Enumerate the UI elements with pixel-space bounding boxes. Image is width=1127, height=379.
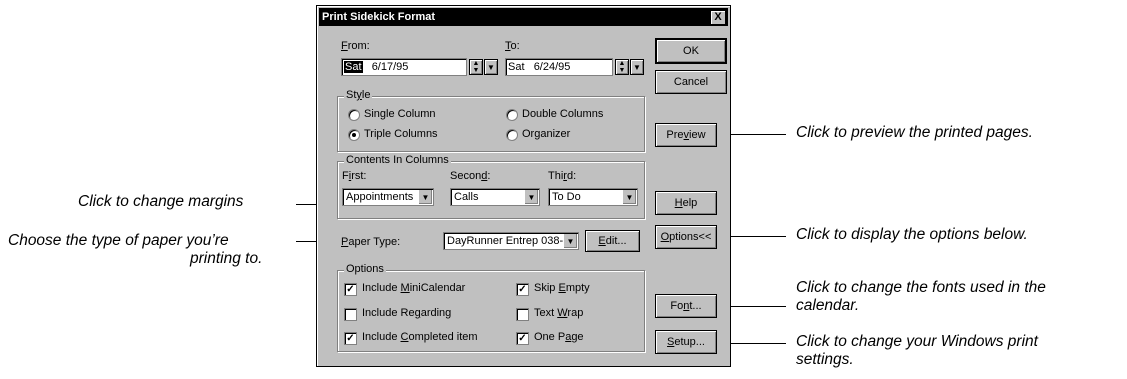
options-toggle-button[interactable]: Options<< xyxy=(655,225,717,249)
third-label: Third: xyxy=(548,170,577,182)
third-column-value: To Do xyxy=(552,191,581,203)
chevron-down-icon: ▼ xyxy=(563,234,577,248)
label-triple-columns: Triple Columns xyxy=(364,128,438,140)
checkbox-include-regarding[interactable] xyxy=(344,308,357,321)
contents-group-title: Contents In Columns xyxy=(344,154,451,167)
callout-margins: Click to change margins xyxy=(78,193,244,210)
style-group-title: Style xyxy=(344,89,373,102)
dialog-titlebar: Print Sidekick Format X xyxy=(319,8,728,26)
second-column-value: Calls xyxy=(454,191,479,203)
third-column-select[interactable]: To Do ▼ xyxy=(548,188,638,206)
first-label: First: xyxy=(342,170,367,182)
chevron-down-icon: ▼ xyxy=(622,190,636,204)
to-label: To: xyxy=(505,40,520,52)
options-group: Options ✓ Include MiniCalendar ✓ Skip Em… xyxy=(337,263,645,352)
chevron-down-icon: ▼ xyxy=(418,190,432,204)
checkbox-text-wrap[interactable] xyxy=(516,308,529,321)
from-day: Sat xyxy=(344,61,363,73)
options-group-title: Options xyxy=(344,263,386,276)
paper-type-value: DayRunner Entrep 038-G xyxy=(447,235,572,247)
label-skip-empty: Skip Empty xyxy=(534,282,590,294)
from-date: 6/17/95 xyxy=(371,61,409,73)
cancel-button[interactable]: Cancel xyxy=(655,70,727,94)
checkbox-include-minicalendar[interactable]: ✓ xyxy=(344,283,357,296)
chevron-down-icon: ▼ xyxy=(524,190,538,204)
second-label: Second: xyxy=(450,170,491,182)
to-day: Sat xyxy=(508,61,525,73)
callout-font-line2: calendar. xyxy=(796,297,860,314)
to-date-field[interactable]: Sat 6/24/95 xyxy=(505,58,613,76)
to-dropdown-button[interactable]: ▼ xyxy=(630,59,644,75)
checkbox-one-page[interactable]: ✓ xyxy=(516,332,529,345)
font-button[interactable]: Font... xyxy=(655,294,717,318)
callout-preview: Click to preview the printed pages. xyxy=(796,124,1033,141)
radio-triple-columns[interactable] xyxy=(348,129,360,141)
first-column-value: Appointments xyxy=(346,191,414,203)
close-icon: X xyxy=(714,11,722,23)
checkbox-include-completed[interactable]: ✓ xyxy=(344,332,357,345)
callout-options: Click to display the options below. xyxy=(796,226,1028,243)
paper-type-label: Paper Type: xyxy=(341,236,401,248)
label-text-wrap: Text Wrap xyxy=(534,307,584,319)
ok-button[interactable]: OK xyxy=(655,38,727,64)
label-include-regarding: Include Regarding xyxy=(362,307,452,319)
edit-button[interactable]: Edit... xyxy=(585,230,640,252)
radio-organizer[interactable] xyxy=(506,129,518,141)
callout-setup-line1: Click to change your Windows print xyxy=(796,333,1038,350)
callout-paper-type-line2: printing to. xyxy=(190,250,263,267)
from-dropdown-button[interactable]: ▼ xyxy=(484,59,498,75)
label-single-column: Single Column xyxy=(364,108,436,120)
callout-paper-type-line1: Choose the type of paper you’re xyxy=(8,232,229,249)
paper-type-select[interactable]: DayRunner Entrep 038-G ▼ xyxy=(443,232,579,250)
radio-double-columns[interactable] xyxy=(506,109,518,121)
label-double-columns: Double Columns xyxy=(522,108,604,120)
label-include-minicalendar: Include MiniCalendar xyxy=(362,282,466,294)
help-button[interactable]: Help xyxy=(655,191,717,215)
close-button[interactable]: X xyxy=(710,10,726,25)
first-column-select[interactable]: Appointments ▼ xyxy=(342,188,434,206)
checkbox-skip-empty[interactable]: ✓ xyxy=(516,283,529,296)
callout-setup-line2: settings. xyxy=(796,351,854,368)
second-column-select[interactable]: Calls ▼ xyxy=(450,188,540,206)
callout-font-line1: Click to change the fonts used in the xyxy=(796,279,1046,296)
style-group: Style Single Column Double Columns Tripl… xyxy=(337,89,645,152)
label-organizer: Organizer xyxy=(522,128,571,140)
dialog-title: Print Sidekick Format xyxy=(322,11,436,23)
contents-group: Contents In Columns First: Second: Third… xyxy=(337,154,645,219)
label-include-completed: Include Completed item xyxy=(362,331,478,343)
from-date-field[interactable]: Sat 6/17/95 xyxy=(341,58,467,76)
preview-button[interactable]: Preview xyxy=(655,123,717,147)
label-one-page: One Page xyxy=(534,331,584,343)
print-format-dialog: Print Sidekick Format X From: To: Sat 6/… xyxy=(316,5,731,367)
from-spinner[interactable]: ▲ ▼ xyxy=(469,59,483,75)
setup-button[interactable]: Setup... xyxy=(655,330,717,354)
to-spinner[interactable]: ▲ ▼ xyxy=(615,59,629,75)
radio-single-column[interactable] xyxy=(348,109,360,121)
to-date: 6/24/95 xyxy=(533,61,571,73)
from-label: From: xyxy=(341,40,370,52)
